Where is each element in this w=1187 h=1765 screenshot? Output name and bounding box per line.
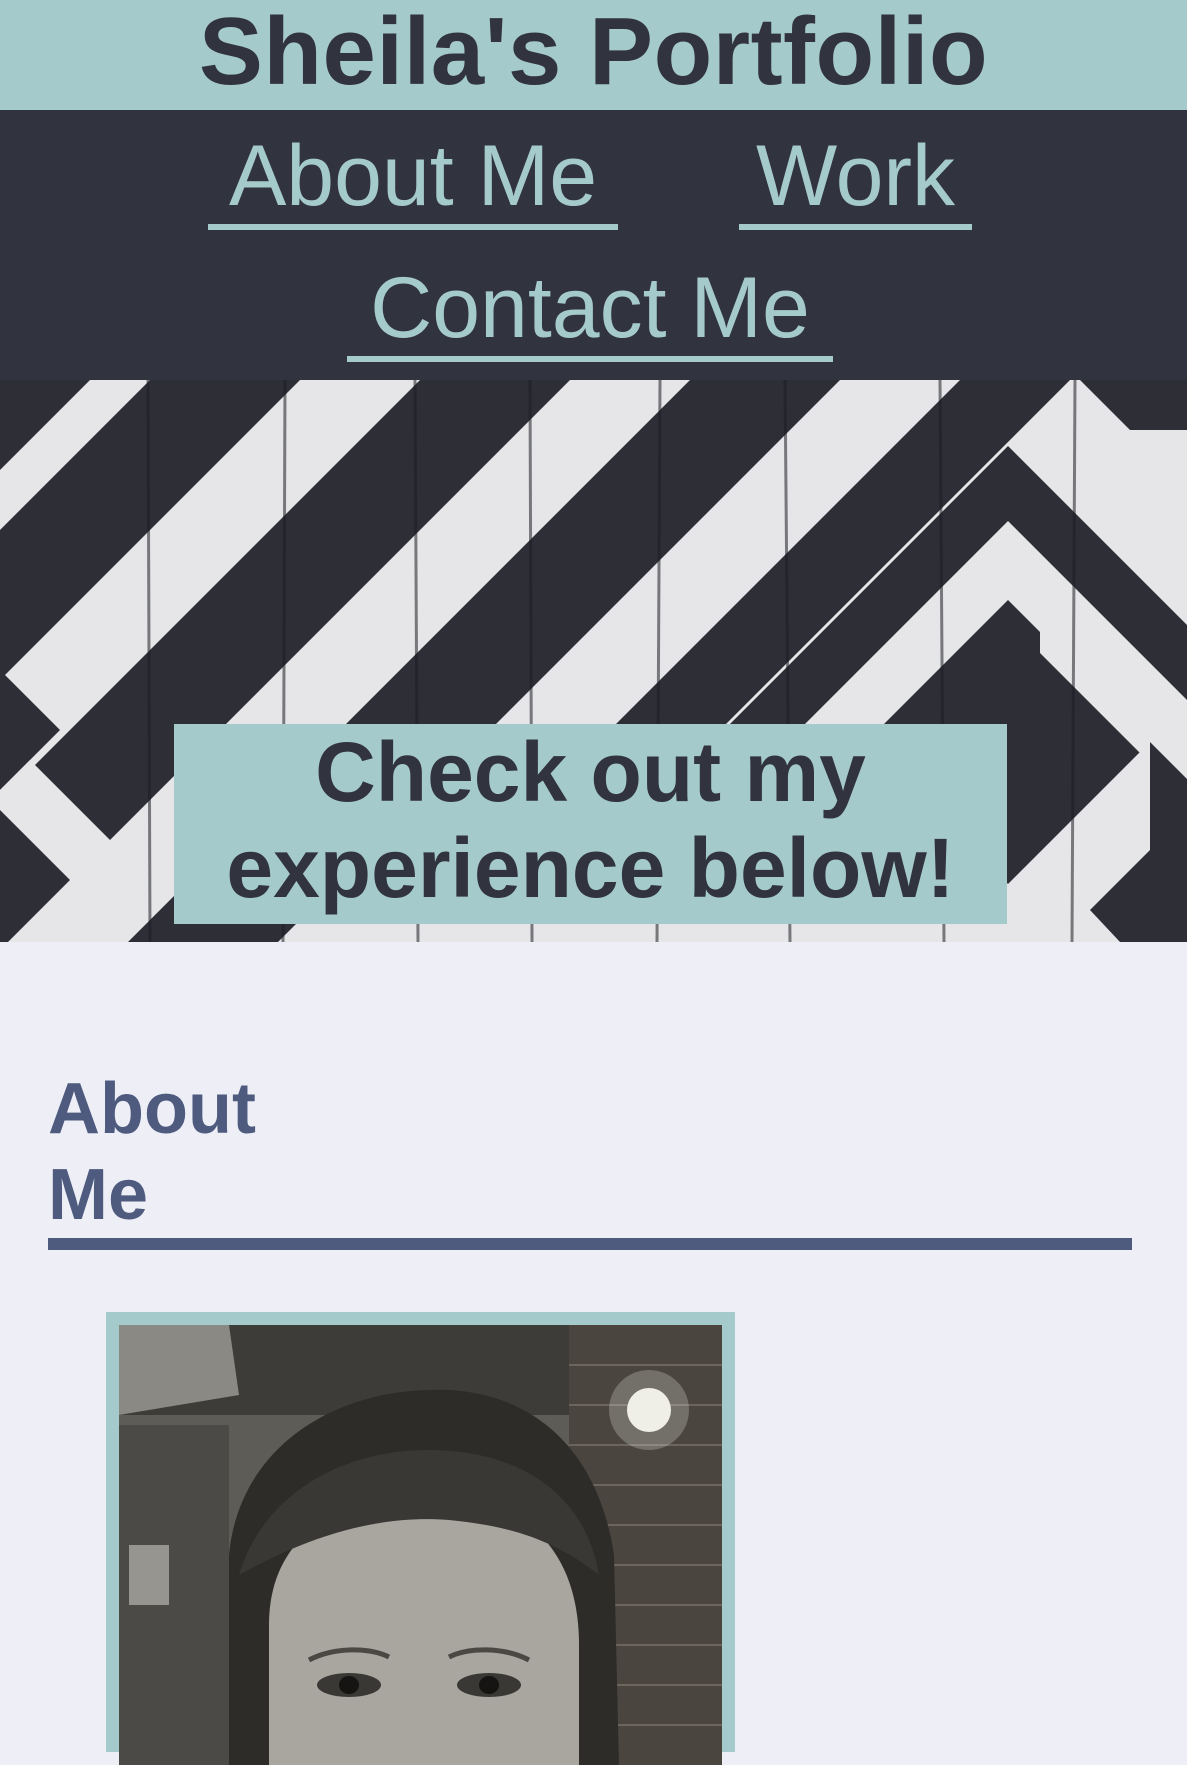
nav-link-work[interactable]: Work: [739, 128, 972, 230]
profile-photo-frame: [106, 1312, 735, 1765]
nav-link-contact-me[interactable]: Contact Me: [347, 260, 833, 362]
about-heading: About Me: [48, 1066, 348, 1238]
about-divider: [48, 1238, 1132, 1250]
hero-banner-line-1: Check out my: [315, 725, 866, 819]
about-heading-line-1: About: [48, 1069, 256, 1149]
site-header: Sheila's Portfolio: [0, 0, 1187, 110]
hero-banner: Check out my experience below!: [174, 724, 1007, 924]
hero-banner-line-2: experience below!: [226, 821, 955, 915]
hero-section: Check out my experience below!: [0, 380, 1187, 942]
nav-link-about-me[interactable]: About Me: [208, 128, 618, 230]
profile-photo: [119, 1325, 722, 1765]
site-title: Sheila's Portfolio: [198, 0, 989, 105]
about-heading-line-2: Me: [48, 1155, 149, 1235]
main-nav: About Me Work Contact Me: [0, 110, 1187, 380]
